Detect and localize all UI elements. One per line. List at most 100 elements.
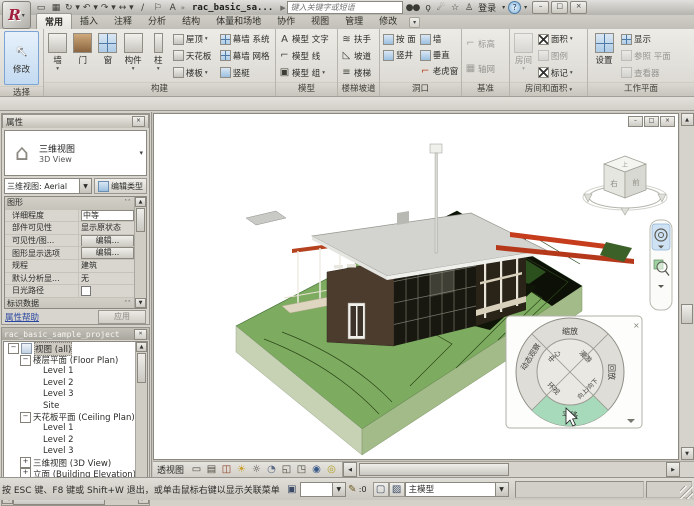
signin-dropdown-icon[interactable]: ▾ <box>502 4 505 11</box>
tree-item[interactable]: Level 1 <box>4 366 135 377</box>
close-button[interactable]: × <box>570 1 587 14</box>
property-row[interactable]: 可见性/图...编辑... <box>5 235 134 248</box>
tree-item[interactable]: −天花板平面 (Ceiling Plan) <box>4 411 135 422</box>
property-row[interactable]: 默认分析显...无 <box>5 273 134 286</box>
panel-label-datum[interactable]: 基准 <box>462 82 509 96</box>
properties-help-link[interactable]: 属性帮助 <box>5 311 39 323</box>
ref-plane-button[interactable]: 参照 平面 <box>621 49 687 63</box>
qat-overflow-icon[interactable]: » <box>181 4 185 12</box>
worksets-combo[interactable]: ▼ <box>300 482 346 497</box>
title-expand-icon[interactable]: ▶ <box>280 4 285 12</box>
ribbon-state-toggle[interactable]: ▾ <box>409 17 420 28</box>
active-design-option-combo[interactable]: 主模型 ▼ <box>405 482 509 497</box>
room-button[interactable]: 房间 <box>511 30 536 82</box>
tab-结构[interactable]: 结构 <box>174 13 208 29</box>
grid-button[interactable]: ▦ 轴网 <box>465 62 506 76</box>
scroll-up-icon[interactable]: ▲ <box>136 342 147 352</box>
tag-icon[interactable]: ⚐ <box>151 2 165 14</box>
property-row[interactable]: 规程建筑 <box>5 260 134 273</box>
area-button[interactable]: 面积 <box>538 32 584 46</box>
model-group-button[interactable]: ▣ 模型 组 <box>279 66 334 80</box>
design-options-icon[interactable]: ▢ <box>373 482 389 497</box>
tree-item[interactable]: −楼层平面 (Floor Plan) <box>4 354 135 365</box>
tree-item[interactable]: Level 1 <box>4 423 135 434</box>
tag-room-button[interactable]: 标记 <box>538 66 584 80</box>
canvas-vscrollbar[interactable]: ▲ ▼ <box>680 113 694 460</box>
ramp-button[interactable]: ◺ 坡道 <box>341 49 376 63</box>
visual-style-icon[interactable]: ◫ <box>220 463 233 476</box>
apply-button[interactable]: 应用 <box>98 310 146 324</box>
scroll-right-icon[interactable]: ▶ <box>666 462 680 477</box>
crop-view-icon[interactable]: ◱ <box>280 463 293 476</box>
column-button[interactable]: 柱 <box>146 30 171 82</box>
project-browser-title-bar[interactable]: rac_basic_sample_project × <box>2 328 149 340</box>
type-selector[interactable]: ⌂ 三维视图 3D View ▾ <box>4 130 147 176</box>
close-icon[interactable]: × <box>134 329 147 340</box>
tree-item[interactable]: Level 3 <box>4 389 135 400</box>
wall-opening-button[interactable]: 墙 <box>420 32 459 46</box>
user-icon[interactable]: ♙ <box>465 3 473 13</box>
panel-label-select[interactable]: 选择 <box>0 86 43 96</box>
window-button[interactable]: 窗 <box>95 30 120 82</box>
crop-region-visibility-icon[interactable]: ◳ <box>295 463 308 476</box>
ceiling-button[interactable]: 天花板 <box>173 49 216 63</box>
view-restore-icon[interactable]: □ <box>644 116 659 127</box>
component-button[interactable]: 构件 <box>121 30 146 82</box>
view-scale-label[interactable]: 透视图 <box>157 463 184 476</box>
viewer-button[interactable]: 查看器 <box>621 66 687 80</box>
favorites-star-icon[interactable]: ☆ <box>451 3 459 13</box>
tree-item[interactable]: Site <box>4 400 135 411</box>
floor-button[interactable]: 楼板 <box>173 66 216 80</box>
view-minimize-icon[interactable]: – <box>628 116 643 127</box>
show-work-plane-button[interactable]: 显示 <box>621 32 687 46</box>
legend-button[interactable]: 图例 <box>538 49 584 63</box>
view-filter-combo[interactable]: 三维视图: Aerial ▼ <box>4 178 92 194</box>
panel-label-opening[interactable]: 洞口 <box>380 82 461 96</box>
tab-管理[interactable]: 管理 <box>337 13 371 29</box>
combo-arrow-icon[interactable]: ▼ <box>332 483 345 496</box>
properties-scrollbar[interactable]: ▲ ▼ <box>134 197 146 308</box>
worksets-icon[interactable]: ▣ <box>284 482 300 497</box>
edit-type-button[interactable]: 编辑类型 <box>94 178 147 194</box>
panel-label-circulation[interactable]: 楼梯坡道 <box>338 82 379 96</box>
door-button[interactable]: 门 <box>70 30 95 82</box>
modify-button[interactable]: ↖ 修改 <box>4 31 39 85</box>
steering-wheel[interactable]: × 缩放 动态观察 <box>506 316 642 428</box>
sync-icon[interactable]: ↻ ▾ <box>64 2 81 14</box>
editing-requests-icon[interactable]: ✎ <box>346 482 359 497</box>
exclude-options-icon[interactable]: ▨ <box>389 482 405 497</box>
help-button[interactable]: ? <box>508 1 521 14</box>
panel-label-model[interactable]: 模型 <box>276 82 337 96</box>
tab-体量和场地[interactable]: 体量和场地 <box>208 13 269 29</box>
dormer-opening-button[interactable]: ⌐ 老虎窗 <box>420 64 459 78</box>
property-group-header[interactable]: 图形ˆˆ <box>5 197 134 210</box>
temporary-hide-isolate-icon[interactable]: ◉ <box>310 463 323 476</box>
property-row[interactable]: 详细程度中等 <box>5 210 134 223</box>
property-row[interactable]: 图形显示选项编辑... <box>5 247 134 260</box>
resize-grip[interactable] <box>680 486 693 499</box>
property-row[interactable]: 日光路径 <box>5 285 134 298</box>
maximize-button[interactable]: □ <box>551 1 568 14</box>
minimize-button[interactable]: – <box>532 1 549 14</box>
tree-item[interactable]: Level 2 <box>4 377 135 388</box>
tree-item[interactable]: +三维视图 (3D View) <box>4 457 135 468</box>
close-icon[interactable]: × <box>132 116 145 127</box>
help-dropdown-icon[interactable]: ▾ <box>524 4 527 11</box>
render-icon[interactable]: ◔ <box>265 463 278 476</box>
shaft-opening-button[interactable]: 竖井 <box>383 48 416 62</box>
property-group-header[interactable]: 标识数据ˆˆ <box>5 298 134 309</box>
tree-item[interactable]: −视图 (all) <box>4 343 135 354</box>
mullion-button[interactable]: 竖梃 <box>220 66 272 80</box>
canvas-hscrollbar[interactable]: ◀ ▶ <box>343 462 680 477</box>
tab-分析[interactable]: 分析 <box>140 13 174 29</box>
panel-label-work-plane[interactable]: 工作平面 <box>588 82 694 96</box>
scroll-down-icon[interactable]: ▼ <box>135 298 146 308</box>
scroll-left-icon[interactable]: ◀ <box>343 462 357 477</box>
panel-label-build[interactable]: 构建 <box>44 82 275 96</box>
curtain-system-button[interactable]: 幕墙 系统 <box>220 32 272 46</box>
browser-scrollbar[interactable]: ▲ ▼ <box>135 342 147 491</box>
property-row[interactable]: 部件可见性显示原状态 <box>5 222 134 235</box>
measure-icon[interactable]: ↔ ▾ <box>118 2 135 14</box>
curtain-grid-button[interactable]: 幕墙 网格 <box>220 49 272 63</box>
save-icon[interactable]: ▦ <box>49 2 63 14</box>
